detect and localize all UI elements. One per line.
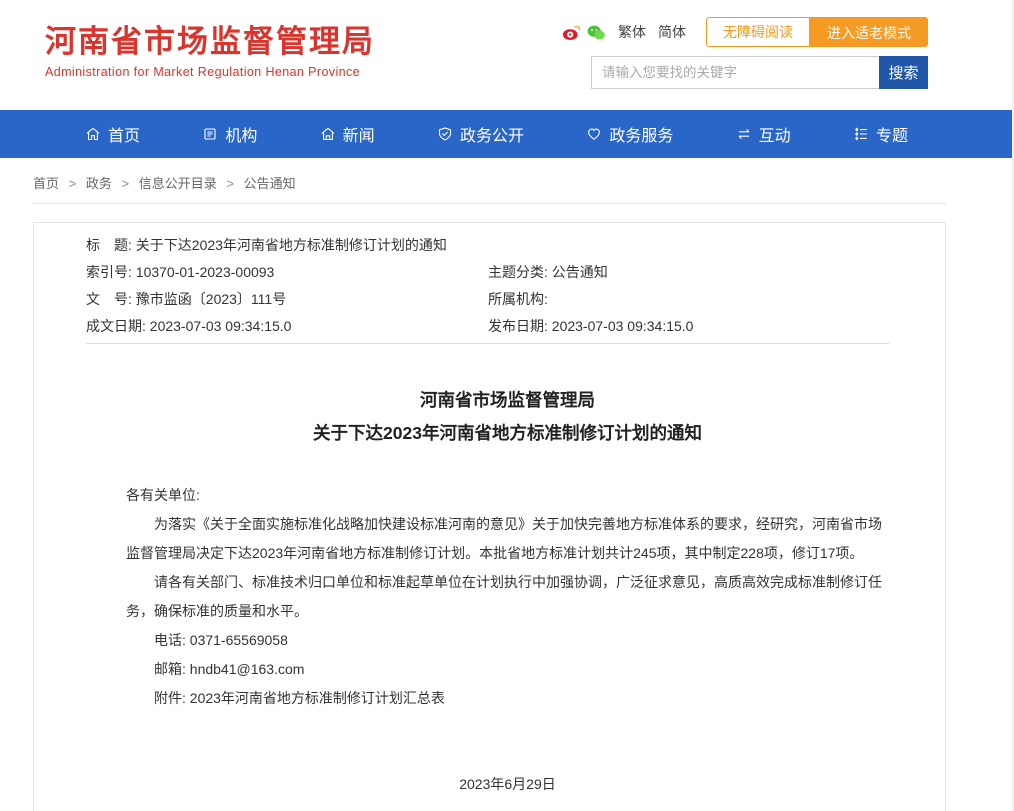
site-header: 河南省市场监督管理局 Administration for Market Reg…	[0, 0, 1014, 110]
meta-row-docno: 文 号: 豫市监函〔2023〕111号 所属机构:	[86, 286, 889, 313]
meta-publish-date-value: 2023-07-03 09:34:15.0	[552, 318, 694, 334]
page: 河南省市场监督管理局 Administration for Market Reg…	[0, 0, 1014, 811]
content-card: 标 题: 关于下达2023年河南省地方标准制修订计划的通知 索引号: 10370…	[33, 222, 946, 811]
nav-label: 政务服务	[609, 122, 673, 146]
article: 河南省市场监督管理局 关于下达2023年河南省地方标准制修订计划的通知 各有关单…	[34, 384, 945, 799]
topic-icon	[853, 126, 869, 142]
site-title: 河南省市场监督管理局	[45, 24, 375, 60]
org-icon	[202, 126, 218, 142]
meta-publish-date-label: 发布日期:	[488, 318, 552, 334]
meta-row-title: 标 题: 关于下达2023年河南省地方标准制修订计划的通知	[86, 232, 889, 259]
phone-line: 电话: 0371-65569058	[126, 626, 889, 655]
nav-item-news[interactable]: 新闻	[320, 122, 375, 146]
nav-label: 互动	[759, 122, 791, 146]
breadcrumb-zhengwu[interactable]: 政务	[86, 176, 112, 191]
article-title-line1: 河南省市场监督管理局	[126, 384, 889, 417]
breadcrumb-separator: >	[226, 176, 234, 191]
news-icon	[320, 126, 336, 142]
meta-docno-label: 文 号:	[86, 291, 136, 307]
article-title: 河南省市场监督管理局 关于下达2023年河南省地方标准制修订计划的通知	[126, 384, 889, 450]
breadcrumb-separator: >	[122, 176, 130, 191]
gov-service-icon	[586, 126, 602, 142]
nav-label: 专题	[876, 122, 908, 146]
breadcrumb-info-catalog[interactable]: 信息公开目录	[139, 176, 217, 191]
nav-item-topic[interactable]: 专题	[853, 122, 908, 146]
nav-item-gov-service[interactable]: 政务服务	[586, 122, 673, 146]
meta-category-value: 公告通知	[552, 264, 608, 280]
weibo-icon[interactable]	[562, 24, 581, 41]
nav-label: 机构	[225, 122, 257, 146]
attachment-line[interactable]: 附件: 2023年河南省地方标准制修订计划汇总表	[126, 684, 889, 713]
paragraph-2: 请各有关部门、标准技术归口单位和标准起草单位在计划执行中加强协调，广泛征求意见，…	[126, 568, 889, 626]
breadcrumb: 首页 > 政务 > 信息公开目录 > 公告通知	[33, 158, 946, 204]
lang-simplified-link[interactable]: 简体	[658, 22, 686, 42]
meta-title-value: 关于下达2023年河南省地方标准制修订计划的通知	[136, 232, 447, 259]
top-utilities: 繁体 简体 无障碍阅读 进入适老模式	[562, 17, 928, 47]
meta-docno-value: 豫市监函〔2023〕111号	[136, 291, 286, 307]
home-icon	[85, 126, 101, 142]
site-logo: 河南省市场监督管理局 Administration for Market Reg…	[45, 24, 375, 79]
accessibility-button[interactable]: 无障碍阅读	[706, 17, 810, 47]
salutation: 各有关单位:	[126, 481, 889, 510]
search-button[interactable]: 搜索	[879, 56, 928, 89]
gov-open-icon	[437, 126, 453, 142]
main-nav: 首页 机构 新闻	[0, 110, 1012, 158]
document-meta: 标 题: 关于下达2023年河南省地方标准制修订计划的通知 索引号: 10370…	[86, 223, 889, 344]
search-input[interactable]	[591, 56, 879, 89]
nav-label: 首页	[108, 122, 140, 146]
wechat-icon[interactable]	[587, 24, 606, 41]
meta-written-date-value: 2023-07-03 09:34:15.0	[150, 318, 292, 334]
paragraph-1: 为落实《关于全面实施标准化战略加快建设标准河南的意见》关于加快完善地方标准体系的…	[126, 510, 889, 568]
meta-category-label: 主题分类:	[488, 264, 552, 280]
lang-traditional-link[interactable]: 繁体	[618, 22, 646, 42]
nav-label: 新闻	[343, 122, 375, 146]
elder-mode-button[interactable]: 进入适老模式	[810, 17, 928, 47]
site-subtitle: Administration for Market Regulation Hen…	[45, 65, 375, 79]
meta-org-label: 所属机构:	[488, 291, 552, 307]
document-date: 2023年6月29日	[126, 770, 889, 799]
article-title-line2: 关于下达2023年河南省地方标准制修订计划的通知	[126, 417, 889, 450]
meta-index-label: 索引号:	[86, 264, 136, 280]
breadcrumb-separator: >	[69, 176, 77, 191]
meta-row-index: 索引号: 10370-01-2023-00093 主题分类: 公告通知	[86, 259, 889, 286]
breadcrumb-home[interactable]: 首页	[33, 176, 59, 191]
nav-item-gov-open[interactable]: 政务公开	[437, 122, 524, 146]
nav-item-home[interactable]: 首页	[85, 122, 140, 146]
email-line: 邮箱: hndb41@163.com	[126, 655, 889, 684]
meta-index-value: 10370-01-2023-00093	[136, 264, 275, 280]
article-body: 各有关单位: 为落实《关于全面实施标准化战略加快建设标准河南的意见》关于加快完善…	[126, 481, 889, 713]
search-bar: 搜索	[591, 56, 928, 89]
breadcrumb-notice[interactable]: 公告通知	[244, 176, 296, 191]
nav-item-interact[interactable]: 互动	[736, 122, 791, 146]
interact-icon	[736, 126, 752, 142]
nav-item-org[interactable]: 机构	[202, 122, 257, 146]
nav-label: 政务公开	[460, 122, 524, 146]
meta-row-dates: 成文日期: 2023-07-03 09:34:15.0 发布日期: 2023-0…	[86, 313, 889, 340]
meta-written-date-label: 成文日期:	[86, 318, 150, 334]
meta-title-label: 标 题:	[86, 232, 136, 259]
